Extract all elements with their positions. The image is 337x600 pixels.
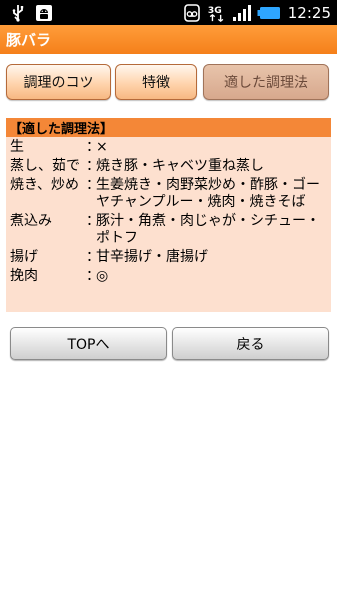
row-separator: ： xyxy=(86,177,100,193)
network-type-label: 3G xyxy=(208,6,222,16)
row-separator: ： xyxy=(86,158,100,174)
row-value: 生姜焼き・肉野菜炒め・酢豚・ゴーヤチャンプルー・焼肉・焼きそば xyxy=(96,177,320,210)
row-label: 挽肉 xyxy=(10,268,38,284)
list-item: 生 ： × xyxy=(10,139,327,156)
battery-icon xyxy=(257,3,281,23)
row-label: 揚げ xyxy=(10,249,38,265)
row-value: 焼き豚・キャベツ重ね蒸し xyxy=(96,158,264,174)
row-value: 甘辛揚げ・唐揚げ xyxy=(96,249,208,265)
3g-icon: 3G xyxy=(207,3,227,23)
tab-cooking-tips[interactable]: 調理のコツ xyxy=(6,64,111,100)
tab-features[interactable]: 特徴 xyxy=(115,64,197,100)
signal-icon xyxy=(232,3,252,23)
cooking-method-list: 生 ： × 蒸し、茹で ： 焼き豚・キャベツ重ね蒸し 焼き、炒め ： 生姜焼き・… xyxy=(6,137,331,285)
usb-icon xyxy=(8,3,28,23)
row-label: 生 xyxy=(10,139,24,155)
status-time: 12:25 xyxy=(287,3,331,22)
row-separator: ： xyxy=(86,139,100,155)
row-separator: ： xyxy=(86,249,100,265)
android-debug-icon xyxy=(34,3,54,23)
page-title: 豚バラ xyxy=(6,31,52,49)
top-button[interactable]: TOPへ xyxy=(10,327,167,360)
back-button[interactable]: 戻る xyxy=(172,327,329,360)
row-value: 豚汁・角煮・肉じゃが・シチュー・ポトフ xyxy=(96,213,320,246)
row-label: 蒸し、茹で xyxy=(10,158,80,174)
cooking-method-panel: 【適した調理法】 生 ： × 蒸し、茹で ： 焼き豚・キャベツ重ね蒸し 焼き、炒… xyxy=(6,118,331,312)
row-label: 焼き、炒め xyxy=(10,177,80,193)
tab-suitable-cooking[interactable]: 適した調理法 xyxy=(203,64,329,100)
row-separator: ： xyxy=(86,213,100,229)
row-label: 煮込み xyxy=(10,213,52,229)
row-separator: ： xyxy=(86,268,100,284)
row-value: ◎ xyxy=(96,268,109,284)
list-item: 蒸し、茹で ： 焼き豚・キャベツ重ね蒸し xyxy=(10,158,327,175)
list-item: 挽肉 ： ◎ xyxy=(10,268,327,285)
list-item: 焼き、炒め ： 生姜焼き・肉野菜炒め・酢豚・ゴーヤチャンプルー・焼肉・焼きそば xyxy=(10,177,327,211)
list-item: 揚げ ： 甘辛揚げ・唐揚げ xyxy=(10,249,327,266)
tab-bar: 調理のコツ 特徴 適した調理法 xyxy=(6,64,331,100)
row-value: × xyxy=(96,139,108,155)
status-bar: 3G 12:25 xyxy=(0,0,337,25)
panel-header: 【適した調理法】 xyxy=(6,118,331,137)
title-bar: 豚バラ xyxy=(0,25,337,54)
list-item: 煮込み ： 豚汁・角煮・肉じゃが・シチュー・ポトフ xyxy=(10,213,327,247)
voicemail-icon xyxy=(182,3,202,23)
